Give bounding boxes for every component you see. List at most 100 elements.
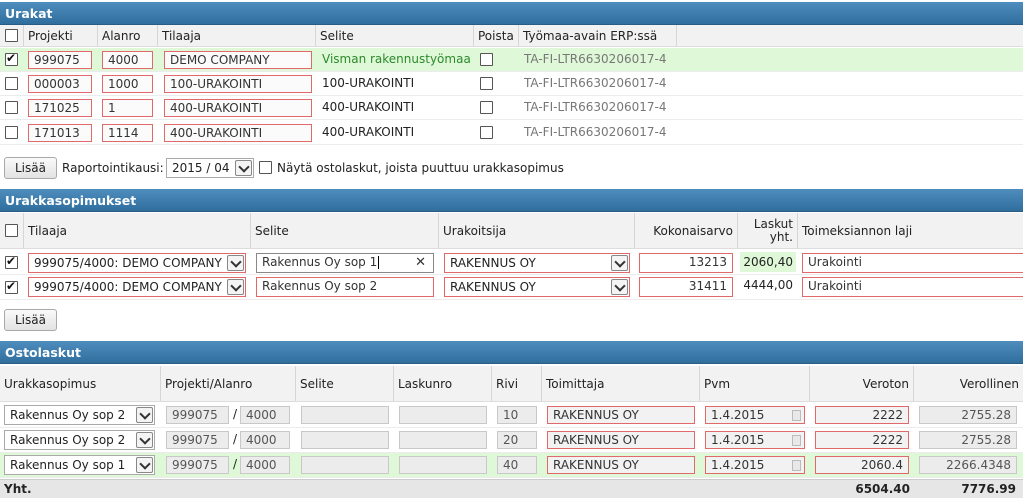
col-pvm[interactable]: Pvm: [700, 366, 810, 401]
row-select-checkbox[interactable]: [5, 254, 18, 269]
urakat-row[interactable]: 171025 1 400-URAKOINTI 400-URAKOINTI TA-…: [0, 96, 1023, 120]
verollinen-field[interactable]: 2266.4348: [919, 456, 1017, 474]
col-selite[interactable]: Selite: [296, 366, 394, 401]
col-laskut-yht[interactable]: Laskut yht.: [738, 213, 798, 248]
chevron-down-icon[interactable]: [235, 160, 252, 176]
sopimus-row[interactable]: 999075/4000: DEMO COMPANY Rakennus Oy so…: [0, 275, 1023, 300]
selite-field[interactable]: [301, 456, 389, 474]
rivi-field[interactable]: 10: [497, 406, 537, 424]
col-projekti-alanro[interactable]: Projekti/Alanro: [161, 366, 296, 401]
toimeksiannon-laji-input[interactable]: Urakointi: [802, 253, 1023, 273]
alanro-input[interactable]: 1: [102, 99, 153, 117]
laskunro-field[interactable]: [399, 406, 487, 424]
alanro-field[interactable]: 4000: [240, 406, 290, 424]
missing-contract-checkbox[interactable]: [259, 161, 272, 174]
row-select-checkbox[interactable]: [5, 77, 18, 90]
row-select-checkbox[interactable]: [5, 101, 18, 114]
tilaaja-select[interactable]: 999075/4000: DEMO COMPANY: [28, 253, 246, 273]
col-urakoitsija[interactable]: Urakoitsija: [439, 213, 635, 248]
col-poista[interactable]: Poista: [474, 25, 519, 46]
veroton-field[interactable]: 2060.4: [815, 456, 909, 474]
urakoitsija-select[interactable]: RAKENNUS OY: [444, 253, 630, 273]
alanro-input[interactable]: 1114: [102, 124, 153, 142]
veroton-field[interactable]: 2222: [815, 406, 909, 424]
projekti-input[interactable]: 000003: [28, 75, 92, 93]
col-toimittaja[interactable]: Toimittaja: [542, 366, 700, 401]
toimittaja-field[interactable]: RAKENNUS OY: [547, 456, 695, 474]
selite-field[interactable]: [301, 406, 389, 424]
selite-input[interactable]: Rakennus Oy sop 2: [256, 277, 434, 297]
kokonaisarvo-input[interactable]: 31411: [639, 277, 733, 297]
urakat-add-button[interactable]: Lisää: [4, 157, 57, 179]
clear-icon[interactable]: ✕: [415, 255, 426, 270]
urakat-row[interactable]: 171013 1114 400-URAKOINTI 400-URAKOINTI …: [0, 120, 1023, 145]
chevron-down-icon[interactable]: [611, 279, 628, 295]
col-kokonaisarvo[interactable]: Kokonaisarvo: [635, 213, 738, 248]
verollinen-field[interactable]: 2755.28: [919, 431, 1017, 449]
row-select-checkbox[interactable]: [5, 51, 18, 66]
kokonaisarvo-input[interactable]: 13213: [639, 253, 733, 273]
tilaaja-input[interactable]: DEMO COMPANY: [164, 51, 312, 69]
rivi-field[interactable]: 20: [497, 431, 537, 449]
urakkasopimus-select[interactable]: Rakennus Oy sop 2: [4, 430, 155, 450]
pvm-field[interactable]: 1.4.2015: [705, 431, 805, 449]
calendar-icon[interactable]: [792, 410, 801, 421]
ostolasku-row[interactable]: Rakennus Oy sop 2 999075 / 4000 10 RAKEN…: [0, 403, 1023, 428]
poista-checkbox[interactable]: [480, 53, 493, 66]
alanro-input[interactable]: 4000: [102, 51, 153, 69]
col-tilaaja[interactable]: Tilaaja: [24, 213, 251, 248]
col-alanro[interactable]: Alanro: [98, 25, 158, 46]
ostolasku-row[interactable]: Rakennus Oy sop 2 999075 / 4000 20 RAKEN…: [0, 428, 1023, 453]
toimeksiannon-laji-input[interactable]: Urakointi: [802, 277, 1023, 297]
urakat-row[interactable]: 000003 1000 100-URAKOINTI 100-URAKOINTI …: [0, 72, 1023, 96]
laskunro-field[interactable]: [399, 431, 487, 449]
calendar-icon[interactable]: [792, 435, 801, 446]
toimittaja-field[interactable]: RAKENNUS OY: [547, 406, 695, 424]
laskunro-field[interactable]: [399, 456, 487, 474]
urakat-select-all-checkbox[interactable]: [5, 29, 18, 42]
toimittaja-field[interactable]: RAKENNUS OY: [547, 431, 695, 449]
projekti-input[interactable]: 171025: [28, 99, 92, 117]
sopimus-row[interactable]: 999075/4000: DEMO COMPANY Rakennus Oy so…: [0, 250, 1023, 275]
period-select[interactable]: 2015 / 04: [166, 158, 254, 178]
calendar-icon[interactable]: [792, 460, 801, 471]
urakkasopimus-select[interactable]: Rakennus Oy sop 2: [4, 405, 155, 425]
tilaaja-input[interactable]: 400-URAKOINTI: [164, 99, 312, 117]
tilaaja-input[interactable]: 100-URAKOINTI: [164, 75, 312, 93]
tilaaja-input[interactable]: 400-URAKOINTI: [164, 124, 312, 142]
pvm-field[interactable]: 1.4.2015: [705, 456, 805, 474]
col-projekti[interactable]: Projekti: [24, 25, 98, 46]
projekti-input[interactable]: 999075: [28, 51, 92, 69]
poista-checkbox[interactable]: [480, 126, 493, 139]
ostolasku-row[interactable]: Rakennus Oy sop 1 999075 / 4000 40 RAKEN…: [0, 453, 1023, 478]
poista-checkbox[interactable]: [480, 101, 493, 114]
col-rivi[interactable]: Rivi: [492, 366, 542, 401]
selite-input[interactable]: Rakennus Oy sop 1 ✕: [256, 253, 434, 273]
selite-field[interactable]: [301, 431, 389, 449]
projekti-field[interactable]: 999075: [166, 456, 229, 474]
col-toimeksiannon-laji[interactable]: Toimeksiannon laji: [798, 213, 1023, 248]
row-select-checkbox[interactable]: [5, 126, 18, 139]
col-laskunro[interactable]: Laskunro: [394, 366, 492, 401]
urakat-row[interactable]: 999075 4000 DEMO COMPANY Visman rakennus…: [0, 48, 1023, 72]
sopimukset-add-button[interactable]: Lisää: [4, 309, 57, 331]
projekti-field[interactable]: 999075: [166, 431, 229, 449]
verollinen-field[interactable]: 2755.28: [919, 406, 1017, 424]
row-select-checkbox[interactable]: [5, 279, 18, 294]
chevron-down-icon[interactable]: [136, 432, 153, 448]
projekti-field[interactable]: 999075: [166, 406, 229, 424]
col-urakkasopimus[interactable]: Urakkasopimus: [0, 366, 161, 401]
col-selite[interactable]: Selite: [316, 25, 474, 46]
col-veroton[interactable]: Veroton: [810, 366, 914, 401]
sopimukset-select-all-checkbox[interactable]: [5, 224, 18, 237]
poista-checkbox[interactable]: [480, 77, 493, 90]
veroton-field[interactable]: 2222: [815, 431, 909, 449]
rivi-field[interactable]: 40: [497, 456, 537, 474]
col-verollinen[interactable]: Verollinen: [914, 366, 1023, 401]
col-tyomaa-avain[interactable]: Työmaa-avain ERP:ssä: [519, 25, 677, 46]
chevron-down-icon[interactable]: [227, 279, 244, 295]
urakkasopimus-select[interactable]: Rakennus Oy sop 1: [4, 455, 155, 475]
chevron-down-icon[interactable]: [227, 255, 244, 271]
urakoitsija-select[interactable]: RAKENNUS OY: [444, 277, 630, 297]
pvm-field[interactable]: 1.4.2015: [705, 406, 805, 424]
